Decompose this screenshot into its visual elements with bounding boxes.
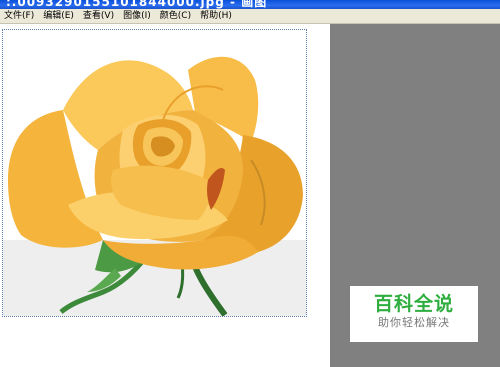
title-bar[interactable]: :.0093290155101844000.jpg - 画图 [0,0,500,9]
menu-bar: 文件(F) 编辑(E) 查看(V) 图像(I) 颜色(C) 帮助(H) [0,9,500,24]
watermark-logo: 百科全说 助你轻松解决 [350,286,478,342]
canvas-page[interactable] [0,24,330,367]
canvas-workspace[interactable]: 百科全说 助你轻松解决 [0,24,500,367]
watermark-subtitle: 助你轻松解决 [378,316,450,329]
menu-colors[interactable]: 颜色(C) [156,9,196,23]
menu-help[interactable]: 帮助(H) [196,9,237,23]
image-canvas[interactable] [2,29,307,317]
menu-file[interactable]: 文件(F) [0,9,39,23]
menu-view[interactable]: 查看(V) [79,9,119,23]
watermark-title: 百科全说 [373,293,454,315]
rose-image [8,56,303,316]
paint-window: :.0093290155101844000.jpg - 画图 文件(F) 编辑(… [0,0,500,367]
menu-edit[interactable]: 编辑(E) [39,9,79,23]
menu-image[interactable]: 图像(I) [119,9,156,23]
window-title: :.0093290155101844000.jpg - 画图 [6,0,268,9]
